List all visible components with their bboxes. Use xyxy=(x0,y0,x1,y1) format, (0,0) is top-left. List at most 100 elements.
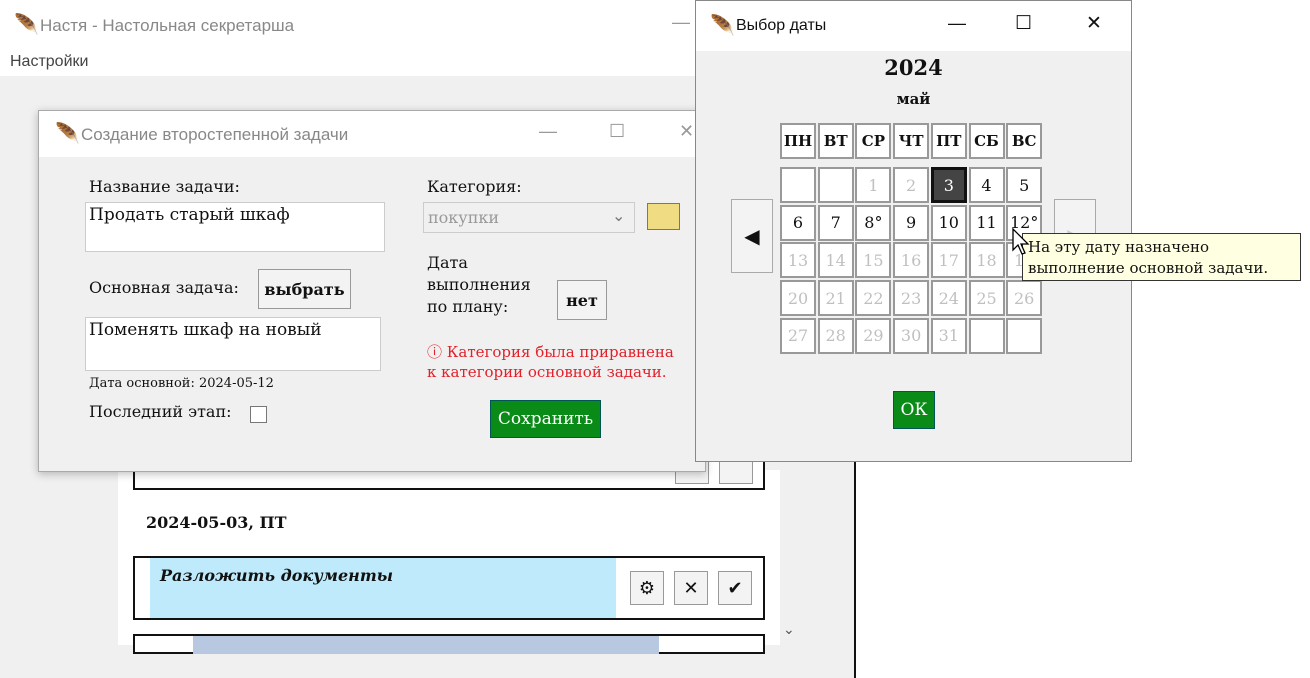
calendar-day[interactable]: 8° xyxy=(855,204,892,241)
category-color-swatch[interactable] xyxy=(647,203,680,230)
parent-task-label: Основная задача: xyxy=(89,278,239,297)
arrow-left-icon: ◀ xyxy=(744,224,760,248)
task-name-label: Название задачи: xyxy=(89,177,240,196)
calendar-day: 27 xyxy=(780,317,816,354)
save-button[interactable]: Сохранить xyxy=(490,400,601,438)
calendar-day: 30 xyxy=(893,317,930,354)
scroll-down-icon[interactable]: ⌄ xyxy=(783,622,795,638)
calendar-day: 31 xyxy=(930,317,967,354)
chevron-down-icon: ⌄ xyxy=(612,208,626,225)
calendar-day[interactable]: 11 xyxy=(968,204,1005,241)
mouse-cursor-icon xyxy=(1012,228,1030,255)
planned-date-label-2: выполнения xyxy=(427,275,531,294)
calendar-empty-cell xyxy=(968,317,1005,354)
calendar-day: 21 xyxy=(817,280,854,317)
complete-task-button[interactable]: ✔ xyxy=(718,571,752,605)
calendar-day[interactable]: 10 xyxy=(930,204,967,241)
calendar-day[interactable]: 4 xyxy=(968,167,1005,203)
main-window-title: Настя - Настольная секретарша xyxy=(40,16,295,35)
month-label: май xyxy=(896,90,931,108)
category-label: Категория: xyxy=(427,177,522,196)
weekday-header: ПТ xyxy=(930,123,967,159)
day-heading: 2024-05-03, ПТ xyxy=(146,513,287,532)
task-color-strip xyxy=(193,636,659,654)
calendar-day[interactable]: 3 xyxy=(930,167,967,203)
calendar-day: 17 xyxy=(930,242,967,279)
choose-parent-button[interactable]: выбрать xyxy=(258,269,351,309)
calendar-day: 13 xyxy=(780,242,816,279)
parent-task-field: Поменять шкаф на новый xyxy=(85,317,381,371)
calendar-day[interactable]: 7 xyxy=(817,204,854,241)
weekday-header: ВС xyxy=(1006,123,1043,159)
prev-month-button[interactable]: ◀ xyxy=(731,199,773,273)
settings-gear-button[interactable]: ⚙ xyxy=(630,571,664,605)
task-card xyxy=(133,634,765,654)
weekday-header: СР xyxy=(855,123,892,159)
tooltip-line-2: выполнение основной задачи. xyxy=(1028,259,1269,277)
close-icon: ✕ xyxy=(683,577,699,599)
calendar-day: 20 xyxy=(780,280,816,317)
last-stage-checkbox[interactable] xyxy=(250,406,267,423)
weekday-header: ЧТ xyxy=(893,123,930,159)
task-title[interactable]: Разложить документы xyxy=(160,566,393,585)
tooltip-line-1: На эту дату назначено xyxy=(1028,238,1210,256)
calendar-day: 15 xyxy=(855,242,892,279)
maximize-icon[interactable]: ☐ xyxy=(609,121,625,142)
calendar-day[interactable]: 9 xyxy=(893,204,930,241)
delete-task-button[interactable]: ✕ xyxy=(674,571,708,605)
dialog-titlebar: 🪶 Создание второстепенной задачи — ☐ ✕ xyxy=(39,111,705,157)
calendar-day: 25 xyxy=(968,280,1005,317)
feather-icon: 🪶 xyxy=(710,13,735,37)
warning-line-2: к категории основной задачи. xyxy=(427,363,667,381)
task-name-input[interactable]: Продать старый шкаф xyxy=(85,202,385,252)
parent-task-value: Поменять шкаф на новый xyxy=(89,320,322,340)
feather-icon: 🪶 xyxy=(55,121,80,145)
calendar-day: 22 xyxy=(855,280,892,317)
calendar-day[interactable]: 6 xyxy=(780,204,816,241)
year-label: 2024 xyxy=(884,55,943,80)
feather-icon: 🪶 xyxy=(14,12,39,36)
category-value: покупки xyxy=(428,208,500,227)
task-name-value: Продать старый шкаф xyxy=(89,205,290,225)
minimize-icon[interactable]: — xyxy=(948,13,966,34)
parent-date: Дата основной: 2024-05-12 xyxy=(89,376,274,391)
create-subtask-dialog: 🪶 Создание второстепенной задачи — ☐ ✕ Н… xyxy=(38,110,706,472)
calendar-empty-cell xyxy=(1006,317,1043,354)
calendar-day: 26 xyxy=(1006,280,1043,317)
calendar-day: 14 xyxy=(817,242,854,279)
warning-line-1: ⓘ Категория была приравнена xyxy=(427,343,674,361)
calendar-day: 23 xyxy=(893,280,930,317)
datepicker-titlebar: 🪶 Выбор даты — ☐ ✕ xyxy=(696,1,1131,51)
calendar-day[interactable]: 5 xyxy=(1006,167,1043,203)
calendar-empty-cell xyxy=(780,167,816,203)
maximize-icon[interactable]: ☐ xyxy=(1015,12,1032,35)
close-icon[interactable]: ✕ xyxy=(679,121,694,142)
ok-button[interactable]: ОК xyxy=(893,391,935,429)
calendar-day: 28 xyxy=(817,317,854,354)
calendar-day: 2 xyxy=(893,167,930,203)
planned-date-label-3: по плану: xyxy=(427,297,509,316)
check-icon: ✔ xyxy=(727,577,743,599)
minimize-icon[interactable]: — xyxy=(539,121,557,142)
planned-date-button[interactable]: нет xyxy=(557,280,607,320)
weekday-header: СБ xyxy=(968,123,1005,159)
menu-settings[interactable]: Настройки xyxy=(10,53,88,71)
datepicker-title: Выбор даты xyxy=(736,17,827,34)
task-card: Разложить документы ⚙ ✕ ✔ xyxy=(133,556,765,620)
calendar-day: 1 xyxy=(855,167,892,203)
weekday-header: ПН xyxy=(780,123,816,159)
calendar-empty-cell xyxy=(817,167,854,203)
dialog-title: Создание второстепенной задачи xyxy=(81,125,349,144)
date-tooltip: На эту дату назначено выполнение основно… xyxy=(1022,233,1301,281)
date-picker-window: 🪶 Выбор даты — ☐ ✕ 2024 май ◀ ▶ ПНВТСРЧТ… xyxy=(695,0,1132,462)
category-select[interactable]: покупки ⌄ xyxy=(423,202,635,233)
gear-icon: ⚙ xyxy=(638,577,656,599)
calendar-day: 18 xyxy=(968,242,1005,279)
calendar-day: 29 xyxy=(855,317,892,354)
close-icon[interactable]: ✕ xyxy=(1086,12,1102,35)
minimize-icon[interactable]: — xyxy=(672,12,690,33)
calendar-day: 24 xyxy=(930,280,967,317)
weekday-header: ВТ xyxy=(817,123,854,159)
calendar-day: 16 xyxy=(893,242,930,279)
planned-date-label-1: Дата xyxy=(427,253,468,272)
